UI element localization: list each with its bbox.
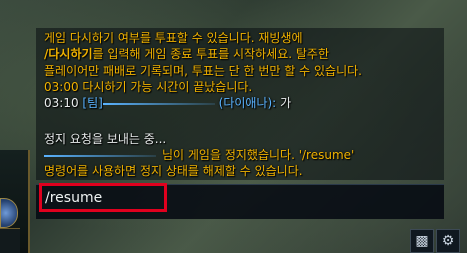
chat-line: 님이 게임을 정지했습니다. '/resume' [44, 147, 354, 163]
chat-line: 명령어를 사용하면 정지 상태를 해제할 수 있습니다. [44, 163, 303, 179]
chat-line-text: 를 입력해 게임 종료 투표를 시작하세요. 탈주한 [92, 47, 330, 61]
player-name-bar [102, 102, 215, 105]
player-name-bar [44, 154, 156, 157]
chat-line-text: 게임 다시하기 여부를 투표할 수 있습니다. 재빙생에 [44, 31, 303, 45]
chat-input[interactable]: /resume [45, 190, 102, 206]
chat-line: 플레이어만 패배로 기록되며, 투표는 단 한 번만 할 수 있습니다. [44, 63, 362, 79]
chat-line-team: 03:10 [팀] (다이애나): 가 [44, 95, 291, 111]
gear-icon[interactable]: ⚙ [436, 229, 460, 253]
chat-message: 가 [280, 96, 292, 110]
chat-line: 정지 요청을 보내는 중... [44, 131, 166, 147]
left-hud-tab[interactable] [0, 228, 20, 253]
chat-line: 게임 다시하기 여부를 투표할 수 있습니다. 재빙생에 [44, 30, 303, 46]
camera-icon[interactable]: ▩ [410, 229, 434, 253]
chat-line-text: 명령어를 사용하면 정지 상태를 해제할 수 있습니다. [44, 164, 303, 178]
chat-champion: (다이애나): [218, 96, 277, 110]
chat-line-text: 님이 게임을 정지했습니다. '/resume' [162, 148, 355, 162]
chat-line-text: 정지 요청을 보내는 중... [44, 132, 167, 146]
chat-line: 03:00 다시하기 가능 시간이 끝났습니다. [44, 79, 252, 95]
chat-timestamp: 03:10 [44, 96, 79, 110]
game-viewport: 게임 다시하기 여부를 투표할 수 있습니다. 재빙생에 /다시하기를 입력해 … [0, 0, 467, 253]
chat-channel: [팀] [82, 96, 103, 110]
chat-line: /다시하기를 입력해 게임 종료 투표를 시작하세요. 탈주한 [44, 46, 329, 62]
chat-line-text: 03:00 다시하기 가능 시간이 끝났습니다. [44, 80, 253, 94]
chat-command: /다시하기 [44, 47, 93, 61]
chat-line-text: 플레이어만 패배로 기록되며, 투표는 단 한 번만 할 수 있습니다. [44, 64, 362, 78]
